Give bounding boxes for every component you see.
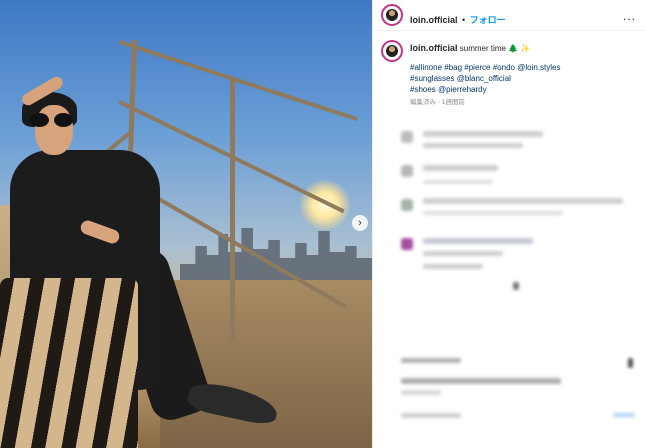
- likes-line: [401, 378, 561, 384]
- chevron-right-icon[interactable]: ›: [352, 215, 368, 231]
- caption-text: summer time 🌲 ✨: [459, 44, 531, 53]
- more-options-icon[interactable]: ...: [623, 9, 636, 23]
- railing-post: [230, 80, 235, 340]
- comment-line: [423, 251, 503, 256]
- comment-avatar: [401, 199, 413, 211]
- comment-line: [423, 198, 623, 204]
- post-photo[interactable]: ›: [0, 0, 372, 448]
- comment-line: [423, 180, 493, 184]
- post-meta: 編集済み · 1週間前: [410, 99, 465, 106]
- avatar[interactable]: [381, 4, 403, 26]
- follow-button[interactable]: フォロー: [470, 15, 506, 25]
- hashtags: #allinone #bag #pierce #ondo @loin.style…: [410, 62, 635, 95]
- post-header: loin.official • フォロー ...: [373, 0, 645, 31]
- header-username[interactable]: loin.official: [410, 15, 458, 25]
- comment-avatar: [401, 165, 413, 177]
- action-icon: [628, 358, 633, 368]
- comment-line: [423, 238, 533, 244]
- comment-line: [423, 165, 498, 171]
- railing-bar: [118, 40, 358, 122]
- comment-avatar: [401, 131, 413, 143]
- post-button[interactable]: [613, 413, 635, 417]
- action-bar: [401, 358, 461, 363]
- comment-icon: [513, 282, 519, 290]
- post-side-panel: loin.official • フォロー ... loin.official s…: [372, 0, 645, 448]
- comment-line: [423, 143, 523, 148]
- likes-line: [401, 390, 441, 395]
- city-skyline: [180, 228, 372, 282]
- hashtag-line[interactable]: #shoes @pierrehardy: [410, 84, 635, 95]
- hashtag-line[interactable]: #allinone #bag #pierce #ondo @loin.style…: [410, 62, 635, 73]
- comment-avatar: [401, 238, 413, 250]
- comment-input[interactable]: [401, 413, 461, 418]
- separator-dot: •: [461, 15, 466, 25]
- comment-line: [423, 131, 543, 137]
- hashtag-line[interactable]: #sunglasses @blanc_official: [410, 73, 635, 84]
- avatar[interactable]: [381, 40, 403, 62]
- sun: [300, 180, 350, 230]
- caption-username[interactable]: loin.official: [410, 43, 458, 53]
- comment-line: [423, 211, 563, 215]
- sunglasses: [30, 113, 74, 127]
- comment-line: [423, 264, 483, 269]
- striped-tote-bag: [0, 278, 138, 448]
